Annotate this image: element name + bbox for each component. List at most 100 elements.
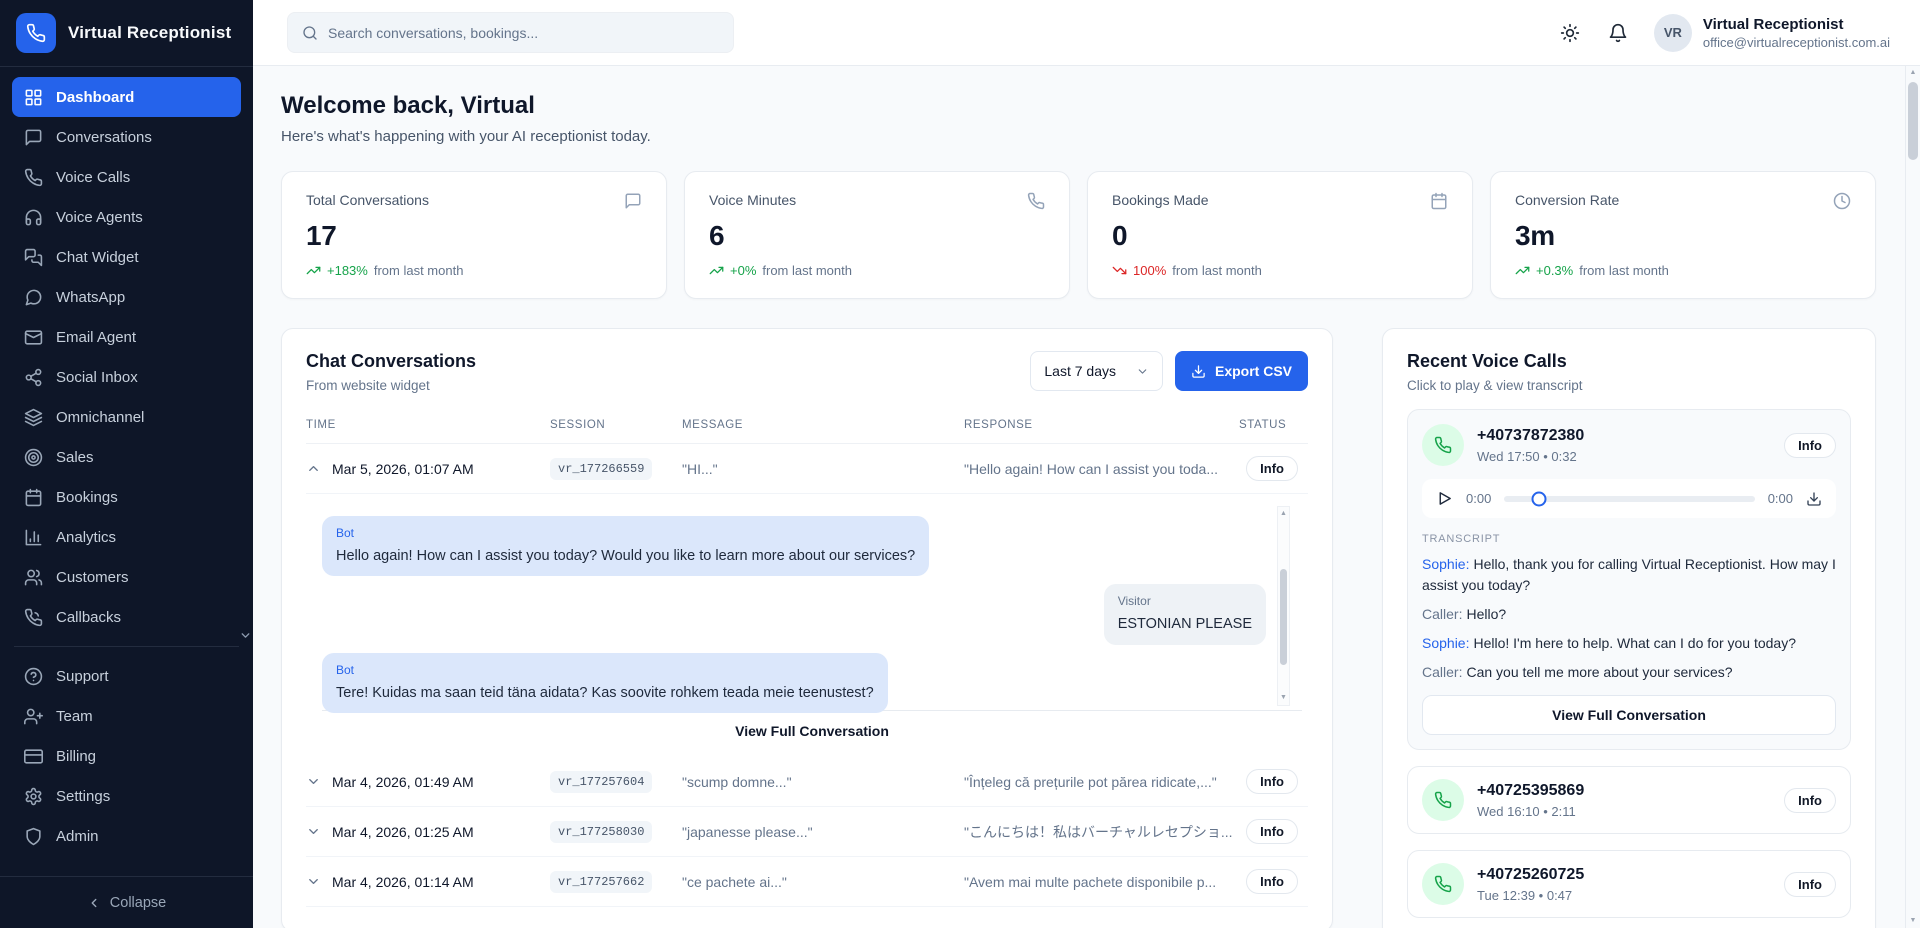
sidebar-item-chat-widget[interactable]: Chat Widget — [12, 237, 241, 277]
user-plus-icon — [24, 707, 43, 726]
stat-value: 6 — [709, 220, 1045, 252]
stat-card-voice-minutes: Voice Minutes 6 +0% from last month — [684, 171, 1070, 299]
conversation-scroll-area[interactable]: Bot Hello again! How can I assist you to… — [322, 498, 1302, 710]
dashboard-icon — [24, 88, 43, 107]
sidebar-item-label: Callbacks — [56, 609, 121, 626]
share-icon — [24, 368, 43, 387]
profile-email: office@virtualreceptionist.com.ai — [1703, 35, 1890, 50]
sidebar-item-customers[interactable]: Customers — [12, 557, 241, 597]
transcript-label: TRANSCRIPT — [1422, 533, 1836, 545]
col-status: STATUS — [1239, 419, 1308, 431]
conversation-scrollbar[interactable]: ▲ ▼ — [1277, 506, 1290, 706]
chevron-down-icon[interactable] — [306, 774, 321, 789]
voice-call-card[interactable]: +40737872380 Wed 17:50 • 0:32 Info 0:00 … — [1407, 409, 1851, 750]
sidebar-item-label: Customers — [56, 569, 129, 586]
users-icon — [24, 568, 43, 587]
speaker-name: Caller: — [1422, 664, 1462, 680]
scrollbar-up-arrow-icon[interactable]: ▲ — [1906, 67, 1920, 79]
scrollbar-thumb[interactable] — [1280, 569, 1287, 665]
search-input[interactable] — [328, 25, 719, 41]
calendar-icon — [24, 488, 43, 507]
table-row[interactable]: Mar 4, 2026, 01:25 AM vr_177258030 "japa… — [306, 807, 1308, 857]
sidebar-item-omnichannel[interactable]: Omnichannel — [12, 397, 241, 437]
stat-label: Total Conversations — [306, 192, 429, 208]
col-session: SESSION — [550, 419, 682, 431]
seek-knob[interactable] — [1532, 491, 1547, 506]
bubble-sender: Visitor — [1118, 594, 1252, 608]
sidebar-item-social-inbox[interactable]: Social Inbox — [12, 357, 241, 397]
trending-down-icon — [1112, 263, 1127, 278]
sidebar-item-label: Voice Agents — [56, 209, 143, 226]
profile-menu[interactable]: VR Virtual Receptionist office@virtualre… — [1654, 14, 1890, 52]
sidebar-item-label: Team — [56, 708, 93, 725]
sidebar-item-dashboard[interactable]: Dashboard — [12, 77, 241, 117]
call-meta: Wed 16:10 • 2:11 — [1477, 804, 1584, 819]
row-response: "Hello again! How can I assist you toda.… — [964, 461, 1239, 477]
info-badge[interactable]: Info — [1246, 819, 1298, 844]
info-badge[interactable]: Info — [1784, 433, 1836, 458]
row-message: "japanesse please..." — [682, 824, 964, 840]
date-range-value: Last 7 days — [1044, 363, 1116, 379]
phone-call-icon — [1422, 424, 1464, 466]
view-full-conversation-link[interactable]: View Full Conversation — [322, 710, 1302, 747]
col-response: RESPONSE — [964, 419, 1239, 431]
stats-row: Total Conversations 17 +183% from last m… — [281, 171, 1876, 299]
scrollbar-up-arrow-icon[interactable]: ▲ — [1278, 508, 1289, 520]
sidebar-item-callbacks[interactable]: Callbacks — [12, 597, 241, 637]
table-row[interactable]: Mar 4, 2026, 01:49 AM vr_177257604 "scum… — [306, 757, 1308, 807]
scrollbar-down-arrow-icon[interactable]: ▼ — [1906, 915, 1920, 927]
sidebar-item-whatsapp[interactable]: WhatsApp — [12, 277, 241, 317]
voice-call-card[interactable]: +40725395869 Wed 16:10 • 2:11 Info — [1407, 766, 1851, 834]
gear-icon — [24, 787, 43, 806]
sidebar-item-voice-calls[interactable]: Voice Calls — [12, 157, 241, 197]
info-badge[interactable]: Info — [1784, 788, 1836, 813]
sidebar-item-settings[interactable]: Settings — [12, 776, 241, 816]
info-badge[interactable]: Info — [1246, 769, 1298, 794]
search-box[interactable] — [287, 12, 734, 53]
stat-trend-value: +0.3% — [1536, 263, 1573, 278]
table-row[interactable]: Mar 4, 2026, 01:14 AM vr_177257662 "ce p… — [306, 857, 1308, 907]
call-number: +40737872380 — [1477, 427, 1584, 445]
chevron-down-icon[interactable] — [306, 874, 321, 889]
info-badge[interactable]: Info — [1246, 456, 1298, 481]
sidebar-item-support[interactable]: Support — [12, 656, 241, 696]
date-range-select[interactable]: Last 7 days — [1030, 351, 1163, 391]
stat-trend-suffix: from last month — [1172, 263, 1262, 278]
audio-player: 0:00 0:00 — [1422, 479, 1836, 518]
notifications-bell-icon[interactable] — [1606, 21, 1630, 45]
col-message: MESSAGE — [682, 419, 964, 431]
chevron-down-icon[interactable] — [306, 824, 321, 839]
sidebar-item-admin[interactable]: Admin — [12, 816, 241, 856]
info-badge[interactable]: Info — [1784, 872, 1836, 897]
sidebar-item-conversations[interactable]: Conversations — [12, 117, 241, 157]
bubble-sender: Bot — [336, 663, 874, 677]
sidebar-item-billing[interactable]: Billing — [12, 736, 241, 776]
info-badge[interactable]: Info — [1246, 869, 1298, 894]
export-csv-button[interactable]: Export CSV — [1175, 351, 1308, 391]
trending-up-icon — [1515, 263, 1530, 278]
scrollbar-thumb[interactable] — [1908, 82, 1918, 160]
sidebar-item-sales[interactable]: Sales — [12, 437, 241, 477]
transcript-line: Sophie:Hello, thank you for calling Virt… — [1422, 554, 1836, 596]
sidebar-item-bookings[interactable]: Bookings — [12, 477, 241, 517]
sidebar-item-email-agent[interactable]: Email Agent — [12, 317, 241, 357]
chevron-up-icon[interactable] — [306, 461, 321, 476]
table-row[interactable]: Mar 5, 2026, 01:07 AM vr_177266559 "HI..… — [306, 444, 1308, 494]
brand-row: Virtual Receptionist — [0, 0, 253, 67]
calendar-icon — [1430, 192, 1448, 210]
voice-call-card[interactable]: +40725260725 Tue 12:39 • 0:47 Info — [1407, 850, 1851, 918]
theme-toggle-sun-icon[interactable] — [1558, 21, 1582, 45]
sidebar-item-analytics[interactable]: Analytics — [12, 517, 241, 557]
call-meta: Tue 12:39 • 0:47 — [1477, 888, 1584, 903]
scrollbar-down-arrow-icon[interactable]: ▼ — [1278, 692, 1289, 704]
sidebar-item-team[interactable]: Team — [12, 696, 241, 736]
download-recording-icon[interactable] — [1806, 491, 1822, 507]
play-button[interactable] — [1436, 490, 1453, 507]
sidebar-item-voice-agents[interactable]: Voice Agents — [12, 197, 241, 237]
collapse-button[interactable]: Collapse — [0, 876, 253, 928]
page-scrollbar[interactable]: ▲ ▼ — [1905, 66, 1920, 928]
sidebar: Virtual Receptionist Dashboard Conversat… — [0, 0, 253, 928]
sidebar-scroll-chevron-down-icon[interactable] — [239, 629, 252, 642]
view-full-conversation-button[interactable]: View Full Conversation — [1422, 695, 1836, 735]
seek-slider[interactable] — [1504, 496, 1754, 502]
